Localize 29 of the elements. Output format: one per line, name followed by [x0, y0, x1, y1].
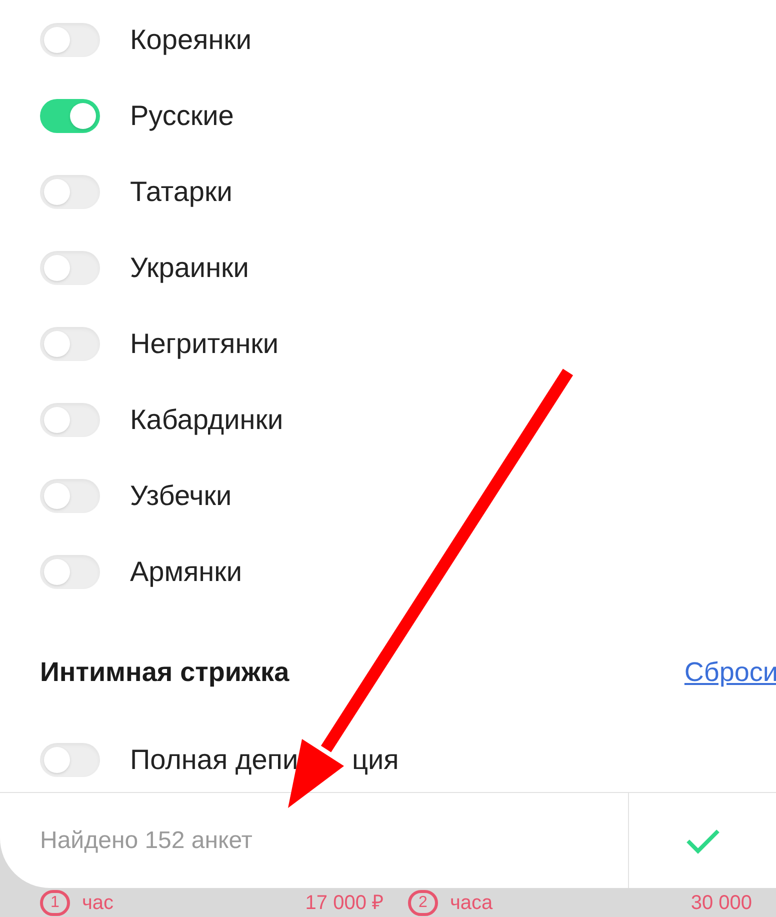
- toggle-label-tail: ция: [352, 743, 399, 777]
- duration-label: часа: [450, 890, 493, 916]
- clock-badge: 1: [40, 890, 70, 916]
- toggle-switch[interactable]: [40, 403, 100, 437]
- toggle-switch[interactable]: [40, 555, 100, 589]
- price-label: 30 000: [690, 890, 752, 916]
- found-count: Найдено 152 анкет: [40, 826, 252, 856]
- toggle-label: Узбечки: [130, 479, 232, 513]
- toggle-label: Украинки: [130, 251, 249, 285]
- toggle-label: Русские: [130, 99, 234, 133]
- toggle-switch[interactable]: [40, 251, 100, 285]
- clock-badge: 2: [408, 890, 438, 916]
- toggle-switch[interactable]: [40, 479, 100, 513]
- toggle-switch[interactable]: [40, 175, 100, 209]
- toggle-switch[interactable]: [40, 743, 100, 777]
- toggle-label: Армянки: [130, 555, 242, 589]
- toggle-label: Татарки: [130, 175, 232, 209]
- toggle-label: Кабардинки: [130, 403, 284, 437]
- toggle-switch[interactable]: [40, 23, 100, 57]
- toggle-switch[interactable]: [40, 99, 100, 133]
- duration-label: час: [82, 890, 114, 916]
- toggle-label: Полная депи: [130, 743, 300, 777]
- check-icon: [684, 826, 720, 854]
- toggle-label: Негритянки: [130, 327, 279, 361]
- price-label: 17 000 ₽: [305, 890, 384, 916]
- toggle-switch[interactable]: [40, 327, 100, 361]
- toggle-label: Кореянки: [130, 23, 252, 57]
- section-title: Интимная стрижка: [40, 656, 290, 689]
- reset-link[interactable]: Сброси: [684, 652, 776, 692]
